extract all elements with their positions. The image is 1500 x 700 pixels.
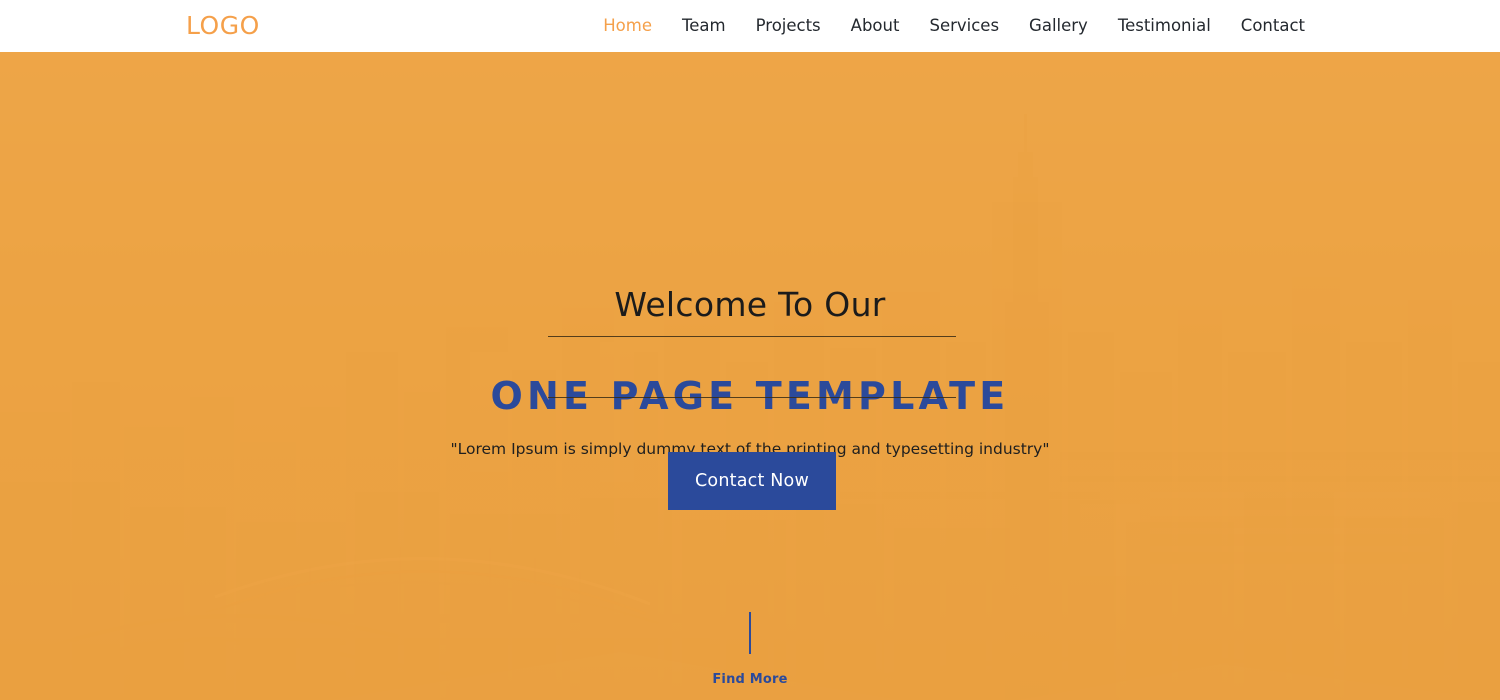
nav-item-projects[interactable]: Projects bbox=[741, 0, 836, 52]
hero-divider-top bbox=[548, 336, 956, 337]
hero-divider-bottom bbox=[548, 397, 956, 398]
hero-section: Welcome To Our ONE PAGE TEMPLATE "Lorem … bbox=[0, 52, 1500, 700]
site-header: LOGO Home Team Projects About Services G… bbox=[0, 0, 1500, 52]
nav-item-gallery[interactable]: Gallery bbox=[1014, 0, 1103, 52]
nav-item-services[interactable]: Services bbox=[914, 0, 1014, 52]
nav-item-contact[interactable]: Contact bbox=[1226, 0, 1320, 52]
contact-now-button[interactable]: Contact Now bbox=[668, 452, 836, 510]
brand-logo[interactable]: LOGO bbox=[186, 11, 260, 41]
nav-item-team[interactable]: Team bbox=[667, 0, 741, 52]
main-navigation: Home Team Projects About Services Galler… bbox=[588, 0, 1320, 52]
hero-welcome-text: Welcome To Our bbox=[614, 285, 886, 324]
scroll-down-indicator[interactable]: Find More bbox=[0, 612, 1500, 688]
nav-item-about[interactable]: About bbox=[836, 0, 915, 52]
hero-content: Welcome To Our ONE PAGE TEMPLATE "Lorem … bbox=[0, 52, 1500, 700]
vertical-line-icon bbox=[749, 612, 751, 654]
find-more-label[interactable]: Find More bbox=[712, 672, 787, 687]
nav-item-testimonial[interactable]: Testimonial bbox=[1103, 0, 1226, 52]
page-root: LOGO Home Team Projects About Services G… bbox=[0, 0, 1500, 700]
nav-item-home[interactable]: Home bbox=[588, 0, 667, 52]
